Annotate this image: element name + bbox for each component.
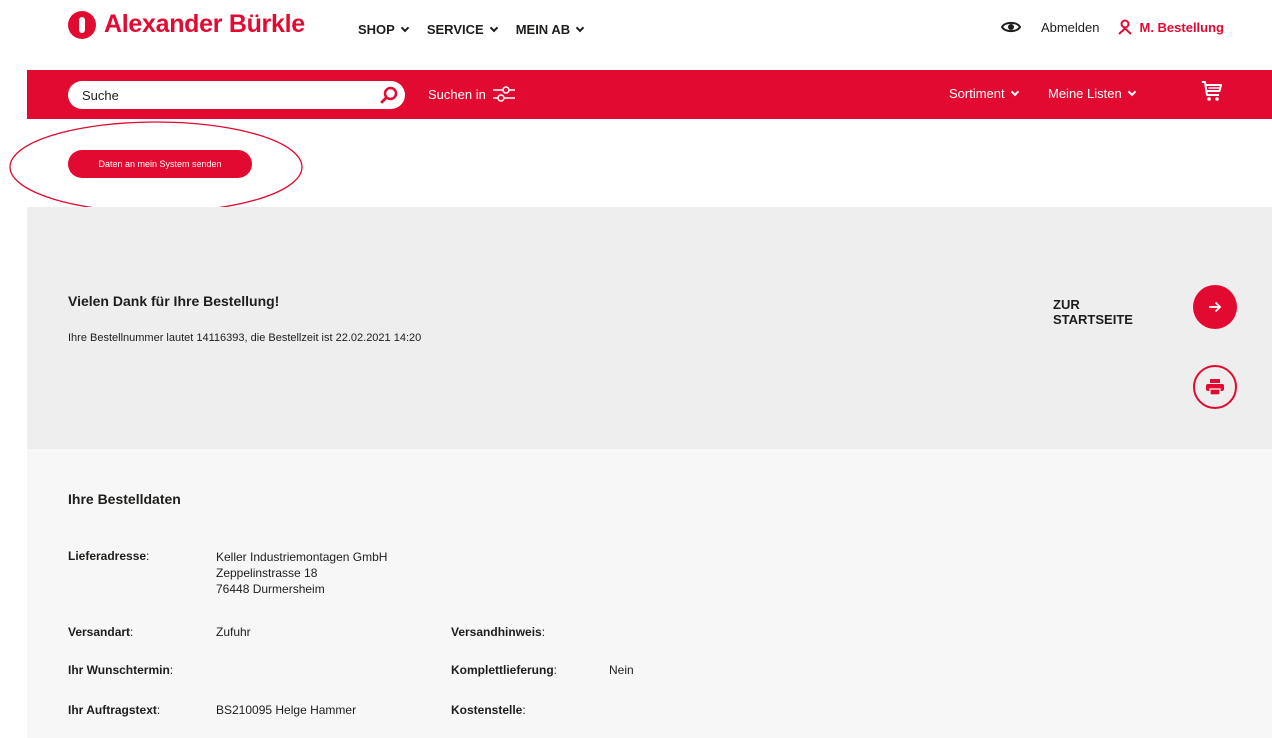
home-link-line1: ZUR — [1053, 297, 1080, 312]
label-text: Versandhinweis — [451, 625, 542, 639]
address-line: Zeppelinstrasse 18 — [216, 566, 318, 580]
menu-item-label: MEIN AB — [515, 22, 571, 37]
label-text: Ihr Wunschtermin — [68, 663, 170, 677]
cost-center-label: Kostenstelle: — [451, 703, 526, 717]
order-data-section: Ihre Bestelldaten Lieferadresse: Keller … — [27, 449, 1272, 738]
my-order-link[interactable]: M. Bestellung — [1117, 19, 1224, 35]
menu-item-service[interactable]: SERVICE — [426, 22, 498, 37]
chevron-down-icon — [489, 23, 498, 32]
printer-icon — [1206, 379, 1224, 396]
main-menu: SHOP SERVICE MEIN AB — [358, 22, 602, 37]
label-text: Kostenstelle — [451, 703, 523, 717]
my-lists-dropdown[interactable]: Meine Listen — [1048, 86, 1136, 101]
search-box — [68, 81, 405, 109]
label-text: Ihr Auftragstext — [68, 703, 157, 717]
top-links: Abmelden M. Bestellung — [1000, 19, 1224, 35]
label-text: Versandart — [68, 625, 131, 639]
brand-name: Alexander Bürkle — [104, 10, 305, 38]
search-bar: Suchen in Sortiment Meine Listen — [27, 70, 1272, 119]
filter-sliders-icon — [492, 86, 515, 102]
highlight-ellipse — [9, 121, 303, 213]
assortment-label: Sortiment — [949, 86, 1005, 101]
search-input[interactable] — [68, 81, 368, 109]
complete-delivery-label: Komplettlieferung: — [451, 663, 558, 677]
print-button[interactable] — [1193, 365, 1237, 409]
menu-item-label: SHOP — [358, 22, 395, 37]
chevron-down-icon — [400, 23, 410, 32]
desired-date-label: Ihr Wunschtermin: — [68, 663, 174, 677]
my-lists-label: Meine Listen — [1048, 86, 1122, 101]
chevron-down-icon — [575, 23, 585, 32]
top-navigation: Alexander Bürkle SHOP SERVICE MEIN AB Ab… — [0, 0, 1272, 70]
confirmation-text: Ihre Bestellnummer lautet 14116393, die … — [68, 332, 422, 344]
label-text: Lieferadresse — [68, 549, 147, 563]
confirmation-title: Vielen Dank für Ihre Bestellung! — [68, 293, 280, 309]
menu-item-mein-ab[interactable]: MEIN AB — [515, 22, 585, 37]
shipping-method-label: Versandart: — [68, 625, 134, 639]
brand-logo[interactable]: Alexander Bürkle — [68, 10, 305, 39]
search-icon[interactable] — [379, 85, 399, 105]
label-text: Komplettlieferung — [451, 663, 554, 677]
search-in-filter[interactable]: Suchen in — [428, 85, 516, 103]
search-in-label: Suchen in — [428, 86, 486, 102]
shipping-note-label: Versandhinweis: — [451, 625, 546, 639]
menu-item-shop[interactable]: SHOP — [358, 22, 410, 37]
confirmation-panel: Vielen Dank für Ihre Bestellung! Ihre Be… — [27, 207, 1272, 449]
menu-item-label: SERVICE — [426, 22, 484, 37]
address-line: Keller Industriemontagen GmbH — [216, 550, 388, 564]
arrow-right-icon — [1209, 301, 1222, 313]
eye-icon[interactable] — [1000, 19, 1021, 35]
complete-delivery-value: Nein — [609, 663, 634, 677]
logo-mark-icon — [68, 10, 96, 39]
order-text-value: BS210095 Helge Hammer — [216, 703, 357, 717]
assortment-dropdown[interactable]: Sortiment — [949, 86, 1019, 101]
chevron-down-icon — [1127, 87, 1136, 96]
address-line: 76448 Durmersheim — [216, 582, 325, 596]
delivery-address-label: Lieferadresse: — [68, 549, 150, 563]
cart-icon[interactable] — [1201, 80, 1223, 102]
order-text-label: Ihr Auftragstext: — [68, 703, 161, 717]
delivery-address-value: Keller Industriemontagen GmbH Zeppelinst… — [216, 549, 387, 597]
shipping-method-value: Zufuhr — [216, 625, 251, 639]
order-data-title: Ihre Bestelldaten — [68, 491, 181, 507]
logout-link[interactable]: Abmelden — [1041, 20, 1100, 35]
home-link[interactable]: ZUR STARTSEITE — [1053, 297, 1163, 327]
home-link-line2: STARTSEITE — [1053, 312, 1133, 327]
home-arrow-button[interactable] — [1193, 285, 1237, 329]
chevron-down-icon — [1010, 87, 1019, 96]
my-order-label: M. Bestellung — [1139, 19, 1224, 35]
user-icon — [1118, 19, 1133, 35]
